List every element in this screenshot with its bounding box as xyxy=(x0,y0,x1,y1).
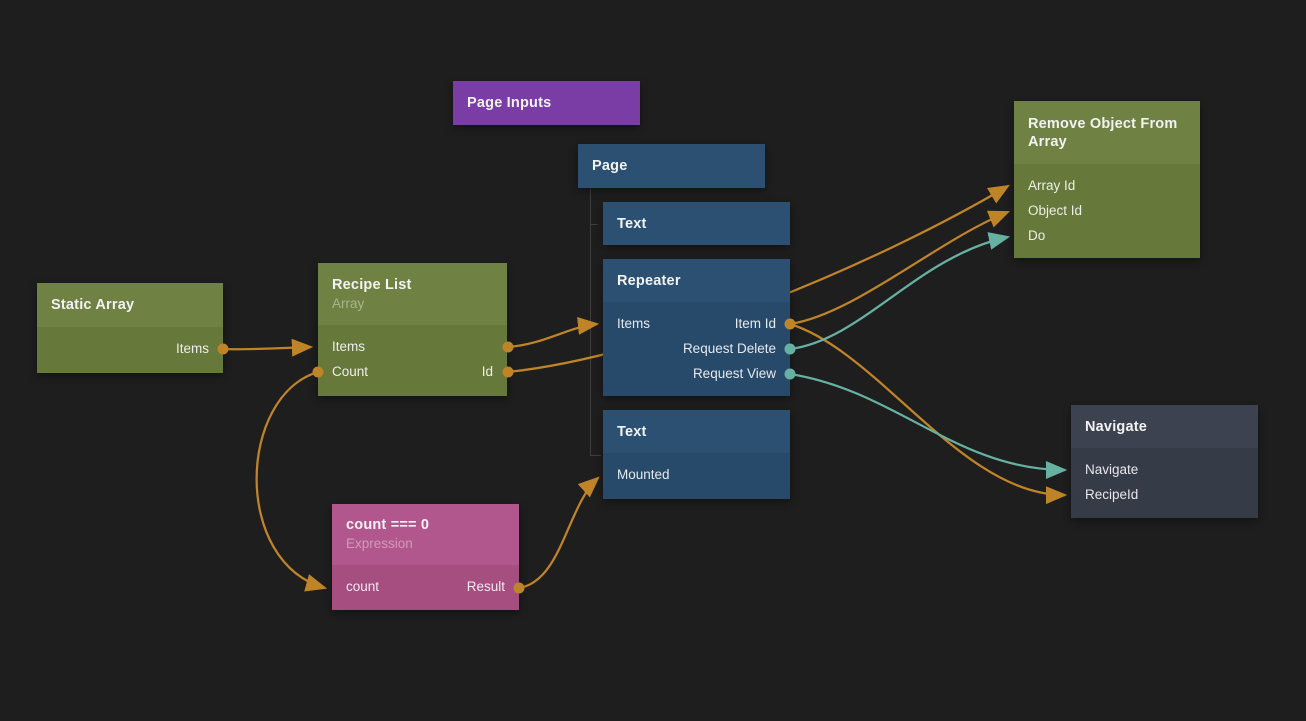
port-recipelist-id-output[interactable]: Id xyxy=(482,364,493,379)
node-header: Page Inputs xyxy=(453,81,640,125)
port-navigate-navigate-input[interactable]: Navigate xyxy=(1085,462,1138,477)
node-title: Navigate xyxy=(1085,418,1244,436)
node-text-1[interactable]: Text xyxy=(603,202,790,245)
port-repeater-items-input[interactable]: Items xyxy=(617,316,650,331)
node-page[interactable]: Page xyxy=(578,144,765,188)
port-text-mounted-input[interactable]: Mounted xyxy=(617,467,670,482)
node-ports: count Result xyxy=(332,565,519,610)
node-text-2[interactable]: Text Mounted xyxy=(603,410,790,499)
port-expression-count-input[interactable]: count xyxy=(346,579,379,594)
node-subtitle: Expression xyxy=(346,535,505,553)
node-ports: Items Item Id Request Delete Request Vie… xyxy=(603,302,790,396)
port-recipelist-count-output[interactable]: Count xyxy=(332,364,368,379)
node-ports: Items xyxy=(37,327,223,373)
node-title: Recipe List xyxy=(332,276,493,294)
port-navigate-recipeid-input[interactable]: RecipeId xyxy=(1085,487,1138,502)
port-remove-do-input[interactable]: Do xyxy=(1028,228,1045,243)
wire-recipelist-count-to-expression-count[interactable] xyxy=(257,372,325,588)
port-repeater-requestview-output[interactable]: Request View xyxy=(693,366,776,381)
node-expression[interactable]: count === 0 Expression count Result xyxy=(332,504,519,610)
node-title: Repeater xyxy=(617,272,776,290)
wire-repeater-requestview-to-navigate-navigate[interactable] xyxy=(790,374,1065,470)
port-staticarray-items-output[interactable]: Items xyxy=(176,341,209,356)
node-header: Page xyxy=(578,144,765,188)
node-title: Static Array xyxy=(51,296,209,314)
wire-repeater-itemid-to-navigate-recipeid[interactable] xyxy=(790,324,1065,495)
node-header: Remove Object From Array xyxy=(1014,101,1200,164)
port-repeater-requestdelete-output[interactable]: Request Delete xyxy=(683,341,776,356)
node-static-array[interactable]: Static Array Items xyxy=(37,283,223,373)
node-recipe-list[interactable]: Recipe List Array Items Count Id xyxy=(318,263,507,396)
node-header: Text xyxy=(603,202,790,245)
node-header: Repeater xyxy=(603,259,790,302)
port-repeater-itemid-output[interactable]: Item Id xyxy=(735,316,776,331)
node-title: Page Inputs xyxy=(467,94,626,112)
node-header: Static Array xyxy=(37,283,223,327)
node-navigate[interactable]: Navigate Navigate RecipeId xyxy=(1071,405,1258,518)
port-remove-arrayid-input[interactable]: Array Id xyxy=(1028,178,1075,193)
port-remove-objectid-input[interactable]: Object Id xyxy=(1028,203,1082,218)
node-header: Navigate xyxy=(1071,405,1258,448)
wire-repeater-itemid-to-remove-objectid[interactable] xyxy=(790,212,1008,324)
port-expression-result-output[interactable]: Result xyxy=(467,579,505,594)
node-remove-object-from-array[interactable]: Remove Object From Array Array Id Object… xyxy=(1014,101,1200,258)
node-header: Text xyxy=(603,410,790,453)
node-ports: Mounted xyxy=(603,453,790,499)
node-repeater[interactable]: Repeater Items Item Id Request Delete Re… xyxy=(603,259,790,396)
node-title: Text xyxy=(617,215,776,233)
node-ports: Navigate RecipeId xyxy=(1071,448,1258,518)
node-ports: Items Count Id xyxy=(318,325,507,396)
wire-expression-result-to-text-mounted[interactable] xyxy=(519,478,598,588)
node-title: Text xyxy=(617,423,776,441)
node-header: Recipe List Array xyxy=(318,263,507,325)
node-title: count === 0 xyxy=(346,516,505,534)
node-ports: Array Id Object Id Do xyxy=(1014,164,1200,258)
node-editor-canvas[interactable]: Page Inputs Page Text Repeater Items Ite… xyxy=(0,0,1306,721)
wire-repeater-requestdelete-to-remove-do[interactable] xyxy=(790,237,1008,349)
wire-staticarray-items-to-recipelist-items[interactable] xyxy=(223,347,311,349)
wire-recipelist-items-to-repeater-items[interactable] xyxy=(508,324,597,347)
node-header: count === 0 Expression xyxy=(332,504,519,565)
hierarchy-line xyxy=(591,189,602,456)
node-subtitle: Array xyxy=(332,295,493,313)
node-title: Remove Object From Array xyxy=(1028,115,1186,151)
port-recipelist-items-input[interactable]: Items xyxy=(332,339,365,354)
node-page-inputs[interactable]: Page Inputs xyxy=(453,81,640,125)
node-title: Page xyxy=(592,157,751,175)
